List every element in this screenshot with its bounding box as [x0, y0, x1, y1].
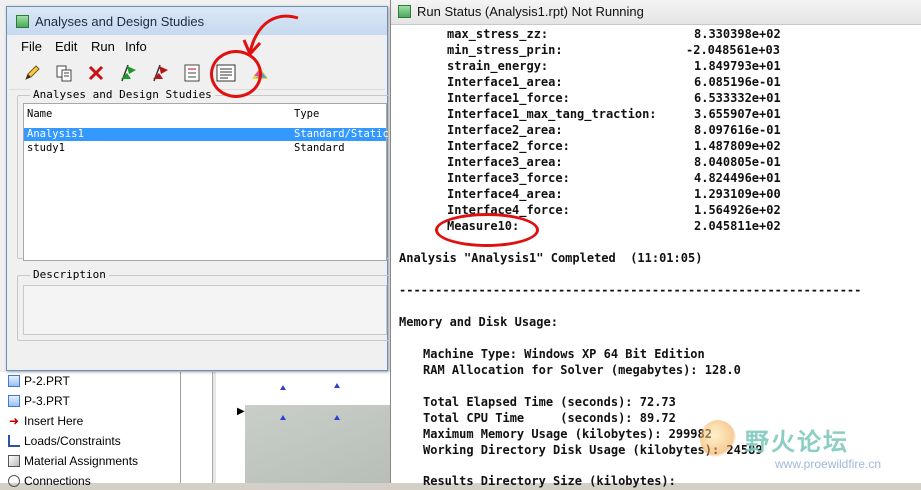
- measure-value: 1.293109e+00: [694, 187, 781, 201]
- annotation-circle: [435, 213, 539, 247]
- dialog-titlebar[interactable]: Analyses and Design Studies: [7, 7, 387, 35]
- table-row[interactable]: study1 Standard: [24, 142, 386, 155]
- measure-name: max_stress_zz:: [447, 27, 549, 41]
- part-icon: [8, 375, 20, 387]
- expand-arrow-icon[interactable]: ▶: [237, 406, 245, 417]
- description-label: Description: [30, 268, 109, 281]
- completed-line: Analysis "Analysis1" Completed (11:01:05…: [399, 251, 703, 265]
- measure-value: 1.564926e+02: [694, 203, 781, 217]
- tree-item-p2[interactable]: P-2.PRT: [8, 372, 70, 390]
- insert-arrow-icon: ➜: [8, 414, 20, 428]
- pencil-icon[interactable]: [21, 62, 43, 84]
- measure-name: Interface2_area:: [447, 123, 563, 137]
- measure-value: 2.045811e+02: [694, 219, 781, 233]
- tree-item-loads-constraints[interactable]: Loads/Constraints: [8, 432, 121, 450]
- measure-name: strain_energy:: [447, 59, 549, 73]
- measure-name: Interface3_area:: [447, 155, 563, 169]
- ram-allocation: RAM Allocation for Solver (megabytes): 1…: [423, 363, 741, 377]
- measure-value: 6.085196e-01: [694, 75, 781, 89]
- part-icon: [8, 395, 20, 407]
- column-header-type[interactable]: Type: [294, 108, 319, 120]
- tree-item-label: P-3.PRT: [24, 394, 70, 408]
- measure-value: 8.097616e-01: [694, 123, 781, 137]
- watermark-url: www.proewildfire.cn: [775, 457, 882, 471]
- measure-name: Interface1_area:: [447, 75, 563, 89]
- watermark-text: 野火论坛: [745, 429, 849, 456]
- green-flag-icon[interactable]: [117, 62, 139, 84]
- analyses-dialog: Analyses and Design Studies File Edit Ru…: [6, 6, 395, 371]
- constraint-marker-icon: [334, 415, 340, 420]
- model-surface: [245, 405, 390, 483]
- window-icon: [16, 15, 29, 28]
- constraint-marker-icon: [334, 383, 340, 388]
- tree-item-insert-here[interactable]: ➜ Insert Here: [8, 412, 83, 430]
- row-name: Analysis1: [27, 128, 84, 140]
- tree-item-label: Insert Here: [24, 414, 84, 428]
- constraint-marker-icon: [280, 385, 286, 390]
- watermark-logo: [700, 420, 736, 458]
- memory-heading: Memory and Disk Usage:: [399, 315, 558, 329]
- menu-file[interactable]: File: [21, 39, 42, 54]
- row-type: Standard: [294, 142, 345, 154]
- toolbar: [9, 57, 385, 90]
- list-icon[interactable]: [181, 62, 203, 84]
- material-icon: [8, 455, 20, 467]
- copy-icon[interactable]: [53, 62, 75, 84]
- elapsed-time: Total Elapsed Time (seconds): 72.73: [423, 395, 676, 409]
- tree-item-p3[interactable]: P-3.PRT: [8, 392, 70, 410]
- results-dir-size: Results Directory Size (kilobytes):: [423, 474, 676, 488]
- row-type: Standard/Static: [294, 128, 389, 140]
- run-status-title: Run Status (Analysis1.rpt) Not Running: [417, 4, 644, 19]
- measure-name: min_stress_prin:: [447, 43, 563, 57]
- separator-line: ----------------------------------------…: [399, 283, 862, 297]
- measure-name: Interface4_area:: [447, 187, 563, 201]
- measure-value: 3.655907e+01: [694, 107, 781, 121]
- studies-list[interactable]: Name Type Analysis1 Standard/Static stud…: [23, 103, 389, 261]
- measure-value: 1.487809e+02: [694, 139, 781, 153]
- cpu-time: Total CPU Time (seconds): 89.72: [423, 411, 676, 425]
- measure-value: 8.330398e+02: [694, 27, 781, 41]
- menu-edit[interactable]: Edit: [55, 39, 77, 54]
- tree-item-label: Connections: [24, 474, 91, 488]
- menu-bar: File Edit Run Info: [9, 36, 385, 56]
- tree-item-label: Material Assignments: [24, 454, 139, 468]
- tree-item-label: P-2.PRT: [24, 374, 70, 388]
- studies-group-label: Analyses and Design Studies: [30, 88, 215, 101]
- constraint-marker-icon: [280, 415, 286, 420]
- measure-value: 6.533332e+01: [694, 91, 781, 105]
- run-status-window: Run Status (Analysis1.rpt) Not Running m…: [390, 0, 921, 488]
- pane-splitter[interactable]: ▶: [212, 372, 245, 483]
- window-icon: [398, 5, 411, 18]
- column-header-name[interactable]: Name: [27, 108, 52, 120]
- measure-value: 8.040805e-01: [694, 155, 781, 169]
- tree-item-material-assignments[interactable]: Material Assignments: [8, 452, 138, 470]
- menu-run[interactable]: Run: [91, 39, 115, 54]
- max-memory: Maximum Memory Usage (kilobytes): 299982: [423, 427, 712, 441]
- measure-name: Interface3_force:: [447, 171, 570, 185]
- measure-value: -2.048561e+03: [686, 43, 780, 57]
- connections-icon: [8, 475, 20, 487]
- table-row[interactable]: Analysis1 Standard/Static: [24, 128, 389, 141]
- measure-name: Interface2_force:: [447, 139, 570, 153]
- measure-name: Interface1_force:: [447, 91, 570, 105]
- row-name: study1: [27, 142, 65, 154]
- loads-icon: [8, 435, 20, 447]
- tree-item-connections[interactable]: Connections: [8, 472, 91, 490]
- machine-type: Machine Type: Windows XP 64 Bit Edition: [423, 347, 705, 361]
- model-tree: P-2.PRT P-3.PRT ➜ Insert Here Loads/Cons…: [0, 372, 181, 488]
- measure-value: 4.824496e+01: [694, 171, 781, 185]
- measure-value: 1.849793e+01: [694, 59, 781, 73]
- run-status-titlebar[interactable]: Run Status (Analysis1.rpt) Not Running: [391, 0, 921, 25]
- annotation-arrow-icon: [242, 14, 299, 57]
- tree-item-label: Loads/Constraints: [24, 434, 121, 448]
- delete-icon[interactable]: [85, 62, 107, 84]
- red-flag-icon[interactable]: [149, 62, 171, 84]
- menu-info[interactable]: Info: [125, 39, 147, 54]
- description-field[interactable]: [23, 285, 387, 335]
- dialog-title: Analyses and Design Studies: [35, 14, 205, 29]
- measure-name: Interface1_max_tang_traction:: [447, 107, 657, 121]
